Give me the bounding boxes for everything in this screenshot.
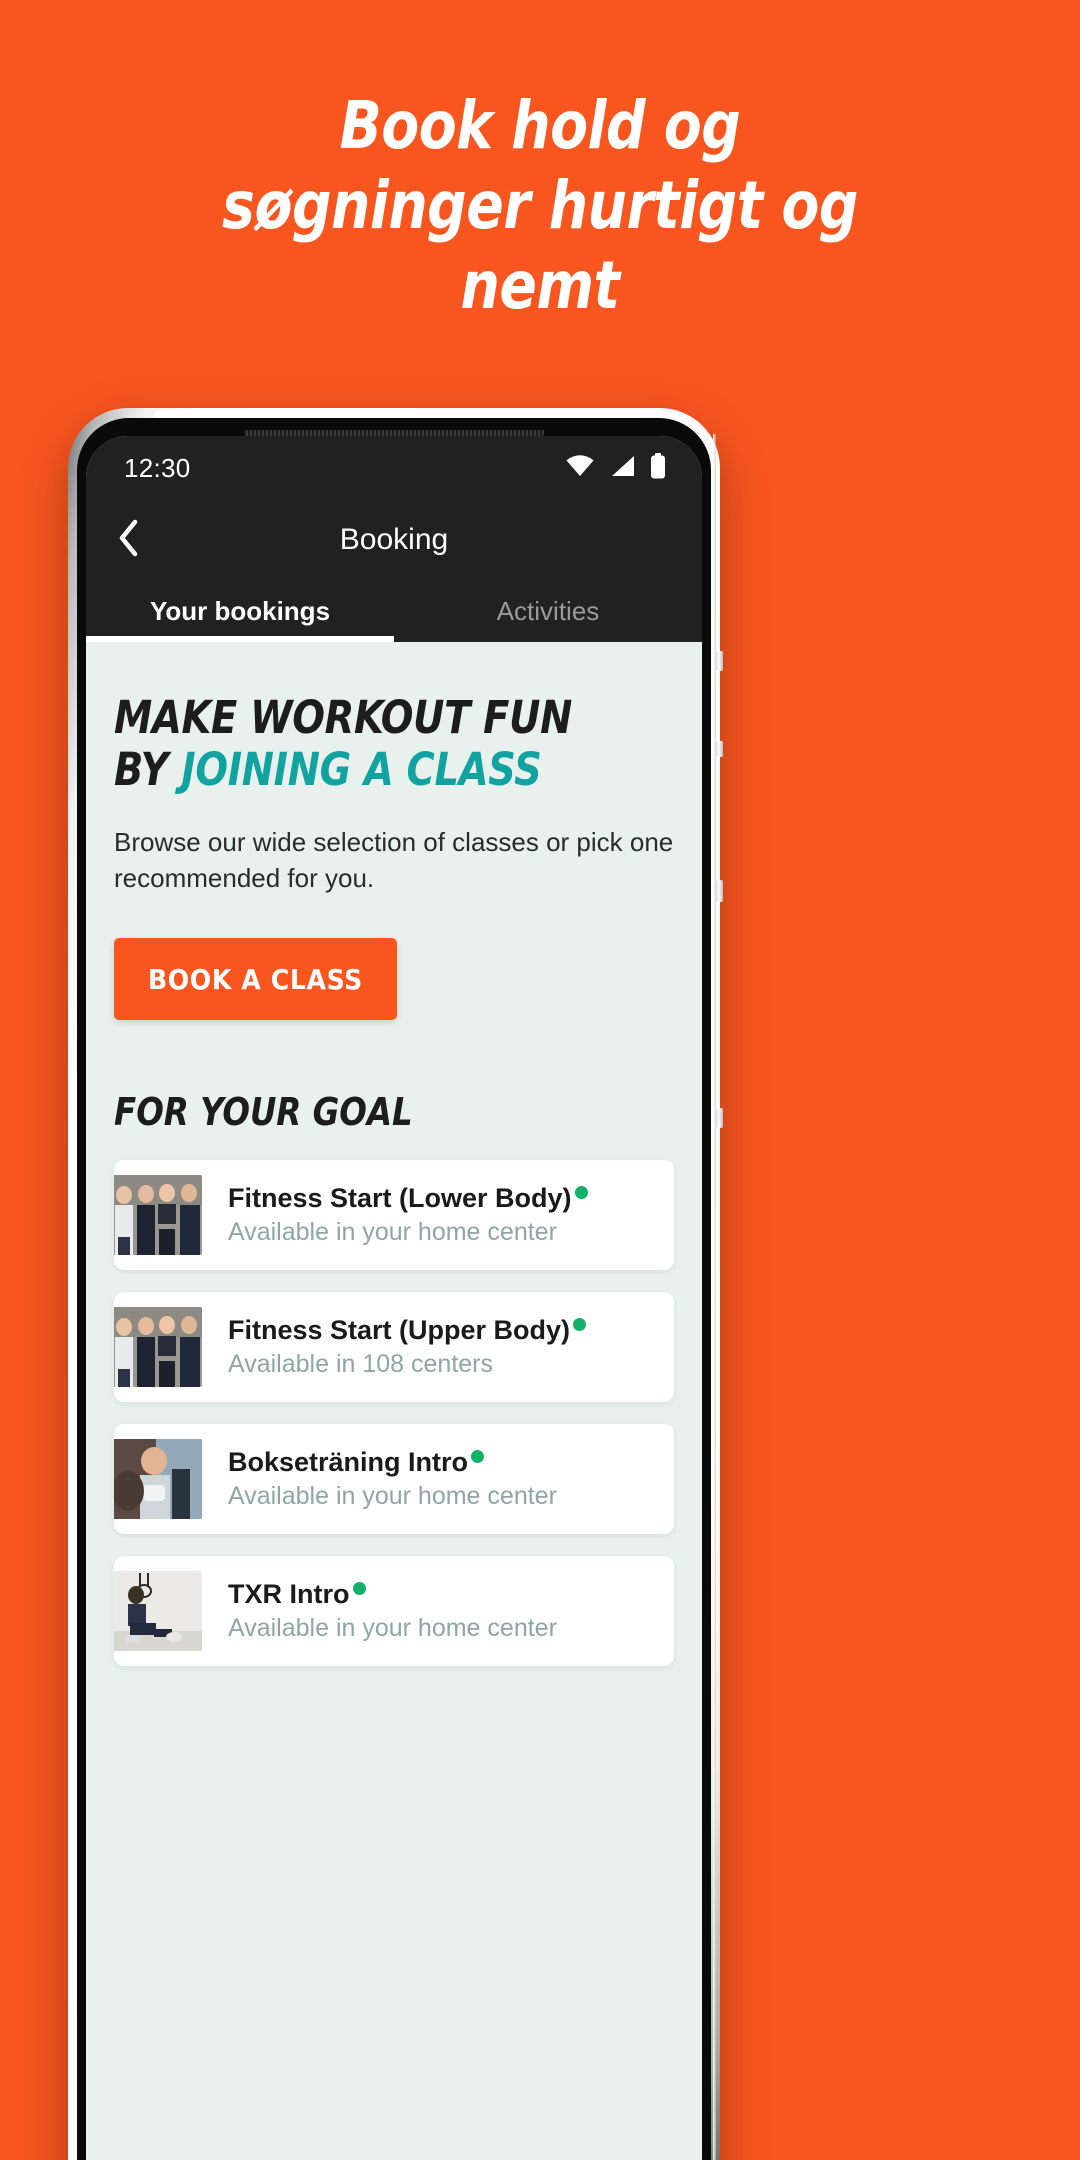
class-thumbnail (114, 1175, 202, 1255)
availability-badge-dot (471, 1450, 485, 1463)
list-item[interactable]: Fitness Start (Lower Body) Available in … (114, 1160, 674, 1270)
phone-side-rail (713, 434, 716, 2160)
phone-volume-down-button[interactable] (716, 741, 723, 757)
class-info: Fitness Start (Lower Body) Available in … (228, 1183, 588, 1247)
class-info: TXR Intro Available in your home center (228, 1579, 557, 1643)
hero-section: MAKE WORKOUT FUN BY JOINING A CLASS Brow… (86, 642, 702, 1020)
class-title: Fitness Start (Lower Body) (228, 1183, 572, 1213)
class-title-row: TXR Intro (228, 1579, 557, 1610)
tab-your-bookings[interactable]: Your bookings (86, 580, 394, 642)
availability-badge-dot (352, 1582, 366, 1595)
booking-content: MAKE WORKOUT FUN BY JOINING A CLASS Brow… (86, 642, 702, 2160)
status-bar: 12:30 (86, 436, 702, 500)
list-item[interactable]: TXR Intro Available in your home center (114, 1556, 674, 1666)
class-availability: Available in 108 centers (228, 1350, 493, 1378)
promo-line-2: søgninger hurtigt og (222, 167, 858, 244)
tab-activities-label: Activities (496, 595, 600, 626)
class-title-row: Bokseträning Intro (228, 1447, 557, 1478)
promo-line-1: Book hold og (339, 87, 741, 164)
class-thumbnail (114, 1571, 202, 1651)
hero-description: Browse our wide selection of classes or … (114, 827, 674, 893)
class-info: Fitness Start (Upper Body) Available in … (228, 1315, 587, 1379)
class-title: TXR Intro (228, 1579, 350, 1609)
phone-assistant-button[interactable] (716, 1108, 723, 1128)
availability-badge-dot (573, 1318, 587, 1331)
book-a-class-button[interactable]: BOOK A CLASS (114, 938, 397, 1020)
hero-title-prefix: BY (114, 743, 182, 796)
status-bar-clock: 12:30 (124, 452, 191, 483)
class-title: Bokseträning Intro (228, 1447, 469, 1477)
wifi-icon (566, 454, 594, 482)
promo-line-3: nemt (460, 247, 620, 324)
class-title-row: Fitness Start (Upper Body) (228, 1315, 587, 1346)
for-your-goal-heading: FOR YOUR GOAL (114, 1090, 413, 1134)
class-availability: Available in your home center (228, 1614, 557, 1642)
tab-activities[interactable]: Activities (394, 580, 702, 642)
phone-power-button[interactable] (716, 880, 723, 902)
device-screen: 12:30 Booking Your bookings Activities M… (86, 436, 702, 2160)
class-title-row: Fitness Start (Lower Body) (228, 1183, 588, 1214)
status-bar-icons (566, 452, 666, 484)
class-availability: Available in your home center (228, 1218, 557, 1246)
promo-headline: Book hold og søgninger hurtigt og nemt (0, 86, 1080, 326)
list-item[interactable]: Bokseträning Intro Available in your hom… (114, 1424, 674, 1534)
chevron-left-icon (117, 519, 139, 562)
hero-title-line1: MAKE WORKOUT FUN (114, 691, 573, 744)
page-title: Booking (339, 523, 449, 556)
class-info: Bokseträning Intro Available in your hom… (228, 1447, 557, 1511)
class-title: Fitness Start (Upper Body) (228, 1315, 571, 1345)
class-thumbnail (114, 1439, 202, 1519)
class-list: Fitness Start (Lower Body) Available in … (86, 1160, 702, 1666)
cellular-signal-icon (609, 455, 635, 482)
hero-title: MAKE WORKOUT FUN BY JOINING A CLASS (114, 692, 646, 796)
hero-title-accent: JOINING A CLASS (181, 743, 542, 796)
battery-icon (650, 452, 666, 484)
tab-your-bookings-label: Your bookings (149, 595, 331, 626)
class-thumbnail (114, 1307, 202, 1387)
phone-volume-up-button[interactable] (716, 651, 723, 671)
availability-badge-dot (574, 1186, 588, 1199)
back-button[interactable] (86, 500, 170, 580)
tab-bar: Your bookings Activities (86, 580, 702, 642)
phone-mockup: 12:30 Booking Your bookings Activities M… (68, 408, 723, 2160)
app-bar: Booking (86, 500, 702, 580)
class-availability: Available in your home center (228, 1482, 557, 1510)
list-item[interactable]: Fitness Start (Upper Body) Available in … (114, 1292, 674, 1402)
